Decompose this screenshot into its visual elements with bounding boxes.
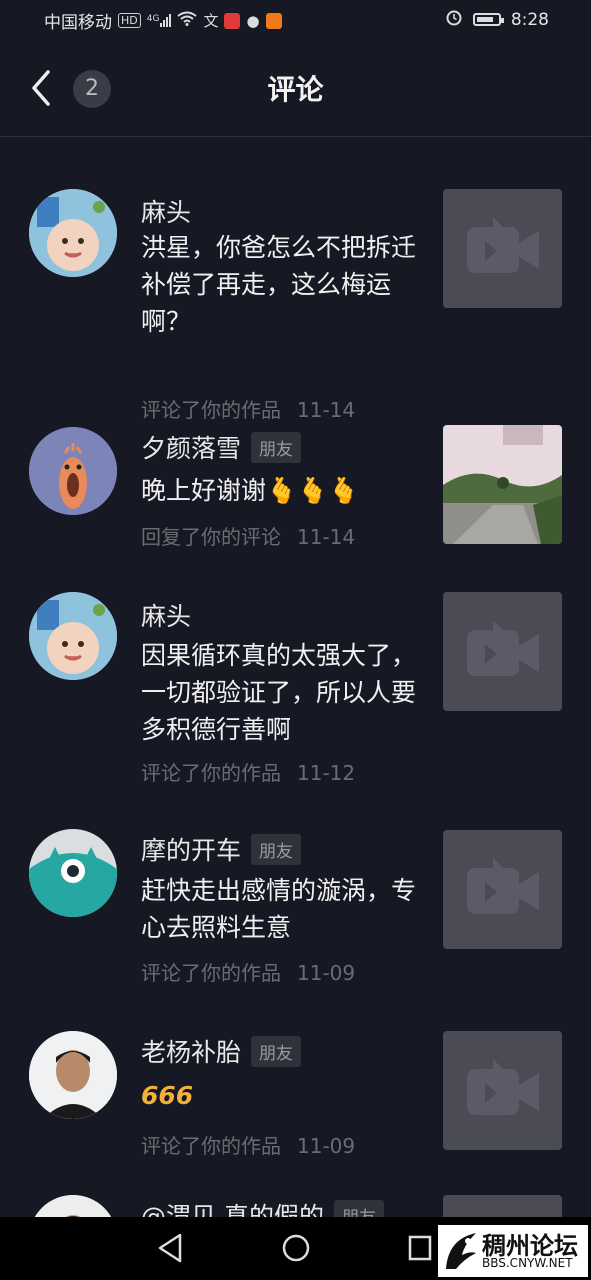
avatar[interactable]	[29, 592, 117, 680]
list-item[interactable]: 麻头 洪星，你爸怎么不把拆迁补偿了再走，这么梅运啊？ 评论了你的作品 11-14	[0, 177, 591, 422]
list-item[interactable]: 麻头 因果循环真的太强大了，一切都验证了，所以人要多积德行善啊 评论了你的作品 1…	[0, 577, 591, 792]
forum-logo-icon	[446, 1233, 476, 1269]
comment-meta: 评论了你的作品 11-12	[141, 757, 355, 786]
carrier-label: 中国移动	[44, 13, 112, 33]
comment-text: 晚上好谢谢🫰🫰🫰	[141, 476, 360, 505]
app-orange-icon	[265, 12, 282, 29]
comment-action: 评论了你的作品	[141, 961, 281, 985]
list-item[interactable]: 夕颜落雪 朋友 晚上好谢谢🫰🫰🫰 回复了你的评论 11-14	[0, 407, 591, 572]
comment-text: 洪星，你爸怎么不把拆迁补偿了再走，这么梅运啊？	[141, 233, 417, 336]
video-thumbnail[interactable]	[443, 189, 562, 308]
landscape-photo	[443, 425, 562, 544]
commenter-name[interactable]: 麻头	[141, 597, 191, 633]
video-placeholder-icon	[467, 620, 539, 676]
wechat-icon: ●	[246, 11, 260, 30]
alarm-icon	[445, 8, 463, 31]
comment-meta: 评论了你的作品 11-09	[141, 1130, 355, 1159]
avatar[interactable]	[29, 829, 117, 917]
clock: 8:28	[510, 9, 549, 30]
comment-date: 11-09	[297, 961, 356, 985]
friend-badge: 朋友	[251, 1035, 302, 1067]
avatar[interactable]	[29, 189, 117, 277]
comment-date: 11-09	[297, 1134, 356, 1158]
commenter-name[interactable]: @渭贝 真的假的	[141, 1197, 324, 1217]
comment-text: 666	[141, 1081, 194, 1110]
friend-badge: 朋友	[251, 833, 302, 865]
commenter-name[interactable]: 麻头	[141, 193, 191, 229]
page-title: 评论	[267, 73, 324, 106]
comment-list[interactable]: 麻头 洪星，你爸怎么不把拆迁补偿了再走，这么梅运啊？ 评论了你的作品 11-14 …	[0, 137, 591, 1217]
forum-watermark: 稠州论坛 BBS.CNYW.NET	[438, 1225, 588, 1277]
status-bar: 中国移动 HD 4G 文 ● 8:28	[0, 0, 591, 40]
video-placeholder-icon	[467, 858, 539, 914]
video-thumbnail[interactable]	[443, 592, 562, 711]
video-thumbnail[interactable]	[443, 1031, 562, 1150]
commenter-name[interactable]: 夕颜落雪	[141, 429, 241, 465]
comment-meta: 回复了你的评论 11-14	[141, 521, 355, 550]
comment-text: 因果循环真的太强大了，一切都验证了，所以人要多积德行善啊	[141, 641, 417, 744]
recents-square-icon[interactable]	[406, 1231, 434, 1265]
comment-meta: 评论了你的作品 11-09	[141, 957, 355, 986]
back-triangle-icon[interactable]	[156, 1231, 184, 1265]
video-thumbnail[interactable]	[443, 425, 562, 544]
avatar[interactable]	[29, 427, 117, 515]
hd-icon: HD	[118, 13, 141, 28]
commenter-name[interactable]: 老杨补胎	[141, 1033, 241, 1069]
app-red-icon	[224, 12, 241, 29]
watermark-url: BBS.CNYW.NET	[482, 1256, 573, 1270]
wifi-icon	[177, 11, 198, 30]
comment-date: 11-14	[297, 525, 356, 549]
translate-icon: 文	[203, 12, 219, 30]
avatar[interactable]	[29, 1031, 117, 1119]
video-placeholder-icon	[467, 1059, 539, 1115]
comment-action: 回复了你的评论	[141, 525, 281, 549]
avatar[interactable]	[29, 1195, 117, 1217]
list-item[interactable]: @渭贝 真的假的 朋友	[0, 1192, 591, 1217]
friend-badge: 朋友	[333, 1199, 384, 1217]
home-circle-icon[interactable]	[280, 1231, 312, 1265]
list-item[interactable]: 老杨补胎 朋友 666 评论了你的作品 11-09	[0, 1017, 591, 1187]
friend-badge: 朋友	[251, 431, 302, 463]
comment-action: 评论了你的作品	[141, 1134, 281, 1158]
battery-icon	[472, 13, 504, 26]
list-item[interactable]: 摩的开车 朋友 赶快走出感情的漩涡，专心去照料生意 评论了你的作品 11-09	[0, 815, 591, 1005]
video-placeholder-icon	[467, 217, 539, 273]
video-thumbnail[interactable]	[443, 1195, 562, 1217]
comment-action: 评论了你的作品	[141, 761, 281, 785]
commenter-name[interactable]: 摩的开车	[141, 831, 241, 867]
comment-date: 11-12	[297, 761, 356, 785]
comment-text: 赶快走出感情的漩涡，专心去照料生意	[141, 876, 417, 942]
nav-bar: 2 评论	[0, 40, 591, 137]
video-thumbnail[interactable]	[443, 830, 562, 949]
signal-icon: 4G	[147, 14, 172, 27]
